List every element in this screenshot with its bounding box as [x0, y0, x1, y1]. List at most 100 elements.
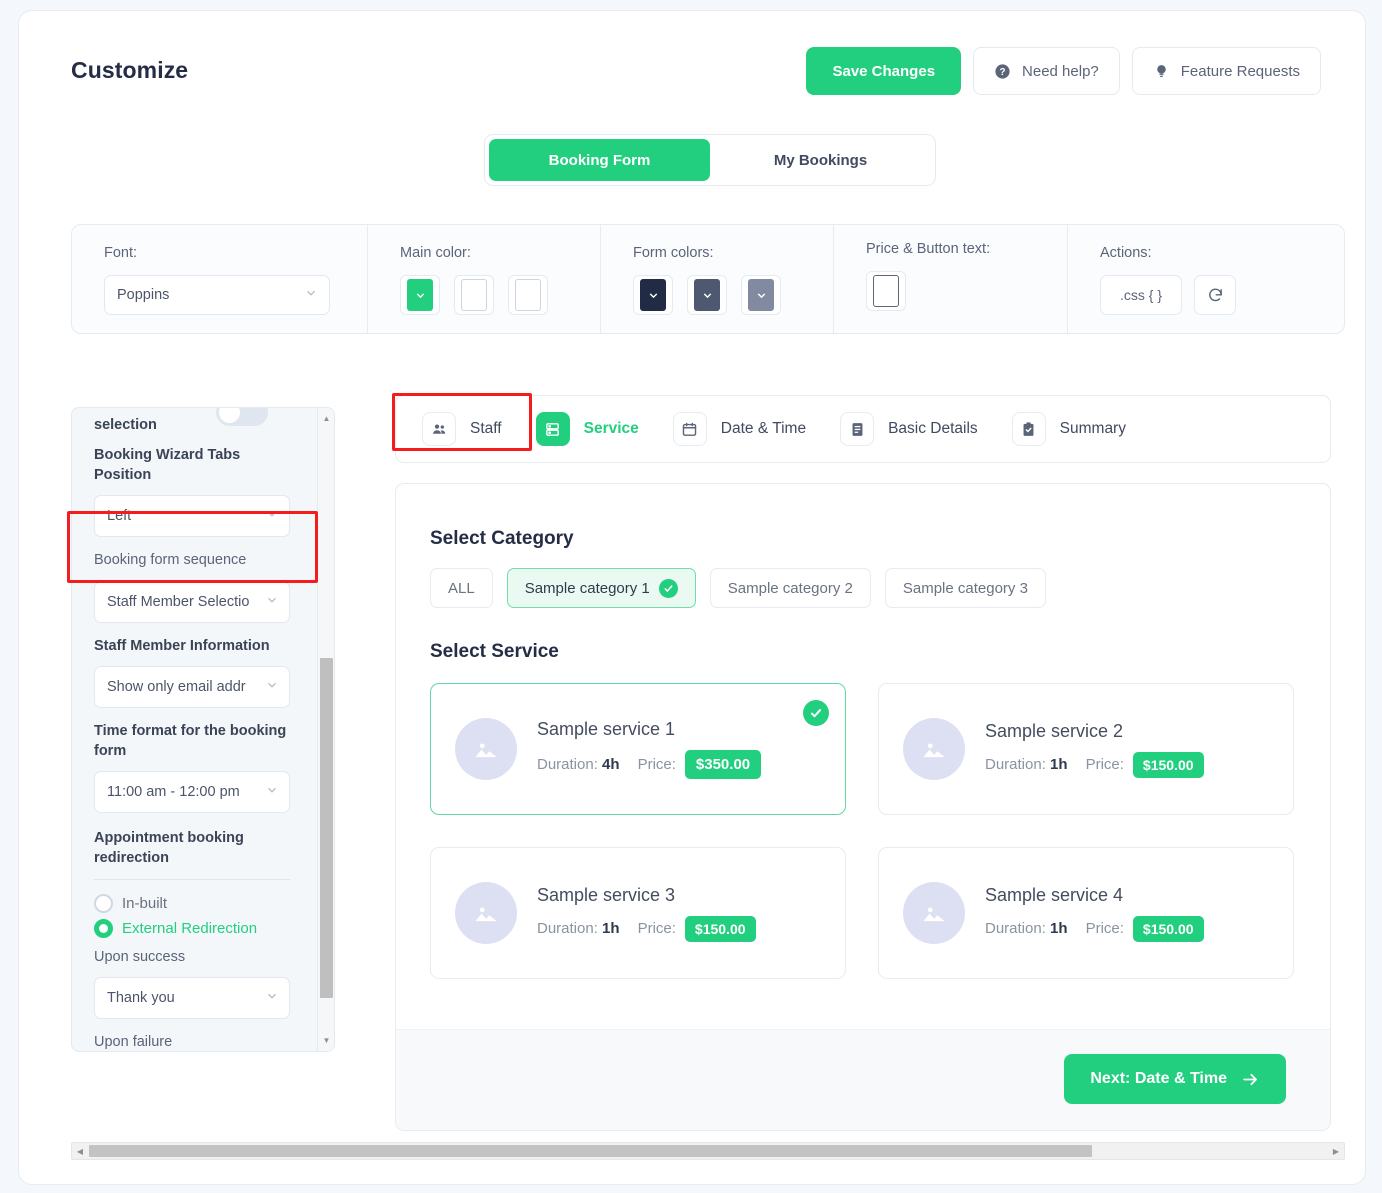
- main-color-label: Main color:: [400, 245, 471, 261]
- scroll-right-arrow-icon[interactable]: ▶: [1328, 1143, 1344, 1159]
- feature-requests-label: Feature Requests: [1180, 62, 1300, 80]
- page-header: Customize Save Changes ? Need help? Feat…: [19, 11, 1365, 119]
- tab-my-bookings[interactable]: My Bookings: [710, 139, 931, 181]
- radio-external-redirection[interactable]: External Redirection: [94, 918, 290, 938]
- category-sample-3-label: Sample category 3: [902, 579, 1028, 597]
- category-sample-2-label: Sample category 2: [727, 579, 853, 597]
- custom-css-button[interactable]: .css { }: [1100, 275, 1182, 315]
- upon-success-value: Thank you: [107, 990, 175, 1007]
- view-switcher: Booking Form My Bookings: [484, 134, 936, 186]
- radio-icon: [94, 893, 113, 913]
- redirection-heading: Appointment booking redirection: [94, 830, 244, 866]
- radio-selected-icon: [94, 918, 113, 938]
- tabs-position-label: Booking Wizard Tabs Position: [94, 447, 241, 483]
- settings-sidebar: selection Booking Wizard Tabs Position L…: [71, 407, 335, 1052]
- service-card-4[interactable]: Sample service 4 Duration: 1h Price: $150…: [878, 847, 1294, 979]
- reset-button[interactable]: [1194, 275, 1236, 315]
- service-card-3-duration: 1h: [602, 920, 620, 937]
- service-card-1-name: Sample service 1: [537, 719, 676, 739]
- service-card-1-price: $350.00: [684, 750, 762, 779]
- service-card-2[interactable]: Sample service 2 Duration: 1h Price: $150…: [878, 683, 1294, 815]
- tabs-position-select[interactable]: Left: [94, 495, 290, 538]
- sidebar-scrollbar[interactable]: ▲ ▼: [317, 408, 334, 1051]
- scroll-up-arrow-icon[interactable]: ▲: [318, 410, 334, 427]
- question-circle-icon: ?: [994, 63, 1011, 80]
- service-card-3[interactable]: Sample service 3 Duration: 1h Price: $150…: [430, 847, 846, 979]
- next-date-time-label: Next: Date & Time: [1090, 1070, 1227, 1087]
- category-all[interactable]: ALL: [430, 568, 493, 608]
- svg-text:?: ?: [1000, 67, 1006, 78]
- chevron-down-icon: [262, 783, 279, 802]
- duration-label: Duration:: [537, 756, 598, 773]
- actions-label: Actions:: [1100, 245, 1152, 261]
- wizard-tab-summary[interactable]: Summary: [1011, 412, 1126, 446]
- calendar-icon: [672, 412, 707, 446]
- time-format-value: 11:00 am - 12:00 pm: [107, 784, 240, 801]
- scroll-left-arrow-icon[interactable]: ◀: [72, 1143, 88, 1159]
- scroll-down-arrow-icon[interactable]: ▼: [318, 1032, 334, 1049]
- horizontal-scrollbar-thumb[interactable]: [89, 1145, 1092, 1157]
- radio-in-built[interactable]: In-built: [94, 893, 290, 913]
- font-label: Font:: [104, 245, 138, 261]
- main-color-swatch-2[interactable]: [454, 275, 494, 315]
- app-window: Customize Save Changes ? Need help? Feat…: [18, 10, 1366, 1185]
- service-card-1[interactable]: Sample service 1 Duration: 4h Price: $350…: [430, 683, 846, 815]
- category-sample-3[interactable]: Sample category 3: [884, 568, 1046, 608]
- radio-external-label: External Redirection: [122, 919, 258, 937]
- service-list: Sample service 1 Duration: 4h Price: $350…: [430, 683, 1330, 979]
- chevron-down-icon: [262, 678, 279, 697]
- toolbar-price-button-text-group: Price & Button text:: [833, 225, 1067, 333]
- people-icon: [422, 412, 456, 446]
- feature-requests-button[interactable]: Feature Requests: [1131, 47, 1321, 95]
- font-select[interactable]: Poppins: [104, 275, 330, 315]
- divider: [94, 878, 290, 880]
- form-sequence-label: Booking form sequence: [94, 552, 247, 569]
- scrollbar-thumb[interactable]: [320, 658, 333, 998]
- clipboard-check-icon: [1011, 412, 1046, 446]
- wizard-tab-service[interactable]: Service: [535, 412, 639, 446]
- partial-setting-toggle[interactable]: [216, 408, 268, 426]
- toolbar-form-colors-group: Form colors:: [600, 225, 833, 333]
- wizard-tab-date-time-label: Date & Time: [720, 420, 807, 437]
- chevron-down-icon: [262, 592, 279, 611]
- save-changes-button[interactable]: Save Changes: [806, 47, 962, 95]
- service-card-2-duration: 1h: [1050, 756, 1068, 773]
- duration-label: Duration:: [985, 756, 1046, 773]
- main-color-swatch-3[interactable]: [508, 275, 548, 315]
- next-date-time-button[interactable]: Next: Date & Time: [1064, 1054, 1286, 1104]
- form-color-swatch-3[interactable]: [741, 275, 781, 315]
- category-sample-1-label: Sample category 1: [524, 579, 650, 597]
- price-button-text-swatch-1[interactable]: [866, 271, 906, 311]
- price-button-text-label: Price & Button text:: [866, 241, 991, 257]
- tab-booking-form[interactable]: Booking Form: [489, 139, 710, 181]
- category-sample-2[interactable]: Sample category 2: [709, 568, 871, 608]
- service-card-2-name: Sample service 2: [985, 720, 1124, 741]
- time-format-select[interactable]: 11:00 am - 12:00 pm: [94, 771, 290, 814]
- category-sample-1[interactable]: Sample category 1: [506, 568, 696, 608]
- form-sequence-select[interactable]: Staff Member Selectio: [94, 580, 290, 623]
- main-color-swatch-1[interactable]: [400, 275, 440, 315]
- horizontal-scrollbar[interactable]: ◀ ▶: [71, 1142, 1345, 1160]
- staff-info-select[interactable]: Show only email addr: [94, 666, 290, 709]
- need-help-button[interactable]: ? Need help?: [973, 47, 1120, 95]
- chevron-down-icon: [262, 989, 279, 1008]
- service-card-4-duration: 1h: [1050, 920, 1068, 937]
- upon-success-select[interactable]: Thank you: [94, 977, 290, 1020]
- radio-in-built-label: In-built: [122, 894, 168, 912]
- form-color-swatch-2[interactable]: [687, 275, 727, 315]
- partial-setting-label: selection: [94, 417, 157, 433]
- time-format-label: Time format for the booking form: [94, 723, 287, 759]
- wizard-tab-summary-label: Summary: [1059, 420, 1126, 437]
- wizard-tab-basic-details[interactable]: Basic Details: [840, 412, 978, 446]
- form-colors-label: Form colors:: [633, 245, 714, 261]
- wizard-tab-staff[interactable]: Staff: [422, 412, 502, 446]
- price-label: Price:: [637, 756, 676, 773]
- form-color-swatch-1[interactable]: [633, 275, 673, 315]
- customize-toolbar: Font: Poppins Main color: Form colors: P…: [71, 224, 1345, 334]
- preview-footer: Next: Date & Time: [396, 1029, 1330, 1130]
- chevron-down-icon: [262, 507, 279, 526]
- wizard-tab-date-time[interactable]: Date & Time: [672, 412, 807, 446]
- category-all-label: ALL: [448, 579, 475, 597]
- service-card-4-name: Sample service 4: [985, 884, 1124, 905]
- staff-info-value: Show only email addr: [107, 679, 246, 696]
